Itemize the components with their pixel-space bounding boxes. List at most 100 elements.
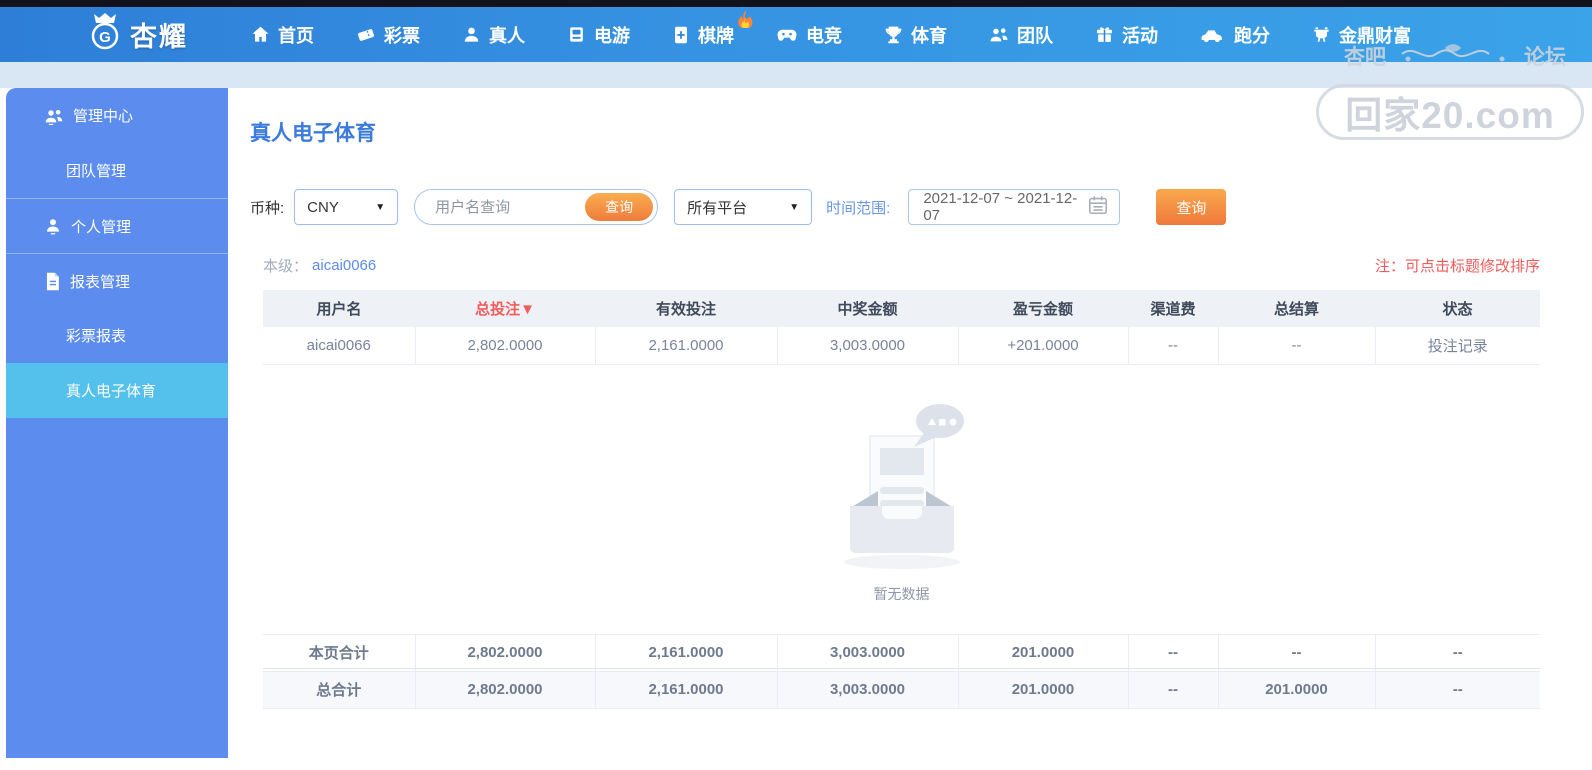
chevron-down-icon: ▼	[789, 201, 800, 213]
date-range-label: 时间范围:	[826, 199, 891, 217]
team-icon	[989, 25, 1009, 44]
nav-item-activity[interactable]: 活动	[1074, 7, 1179, 62]
nav-label: 电游	[594, 25, 630, 46]
date-range-value: 2021-12-07 ~ 2021-12-07	[923, 190, 1078, 224]
nav-label: 金鼎财富	[1339, 25, 1411, 46]
date-range-picker[interactable]: 2021-12-07 ~ 2021-12-07	[908, 189, 1121, 225]
page-total-cell: --	[1127, 634, 1218, 672]
nav-item-egames[interactable]: 电游	[546, 7, 651, 62]
header-label: 总投注	[475, 301, 521, 318]
cell-settlement: --	[1217, 327, 1375, 365]
sidebar-label: 个人管理	[71, 218, 132, 236]
cell-win-amount: 3,003.0000	[776, 327, 958, 365]
grand-total-cell: 3,003.0000	[776, 671, 958, 709]
nav-label: 活动	[1122, 25, 1158, 46]
live-icon	[462, 25, 481, 44]
brand-name: 杏耀	[130, 22, 188, 52]
header-status[interactable]: 状态	[1375, 290, 1540, 327]
empty-inbox-icon	[822, 394, 982, 576]
page-total-cell: --	[1374, 634, 1540, 672]
currency-select[interactable]: CNY ▼	[294, 189, 399, 225]
header-username[interactable]: 用户名	[263, 290, 415, 327]
sidebar-item-team-management[interactable]: 团队管理	[6, 143, 228, 198]
nav-label: 彩票	[384, 25, 420, 46]
header-settlement[interactable]: 总结算	[1218, 290, 1375, 327]
sidebar-item-report-management[interactable]: 报表管理	[6, 253, 228, 308]
sidebar-label: 报表管理	[70, 273, 131, 291]
grand-total-cell: 2,802.0000	[414, 671, 595, 709]
report-icon	[44, 272, 61, 291]
crown-emblem-icon: G	[88, 13, 122, 56]
bet-records-link[interactable]: 投注记录	[1374, 327, 1540, 365]
top-navbar: G 杏耀 首页 彩票 真人 电游 棋牌 电竞 体育 团队 活动 跑分 金鼎财富	[0, 7, 1592, 62]
nav-item-lottery[interactable]: 彩票	[335, 7, 441, 62]
svg-text:G: G	[99, 29, 111, 46]
grand-total-cell: 201.0000	[957, 671, 1128, 709]
user-icon	[44, 217, 62, 235]
cell-total-bet: 2,802.0000	[414, 327, 595, 365]
nav-item-chess[interactable]: 棋牌	[651, 7, 755, 62]
platform-select[interactable]: 所有平台 ▼	[674, 189, 813, 225]
brand-logo[interactable]: G 杏耀	[88, 13, 188, 56]
lottery-icon	[356, 25, 376, 45]
header-profit[interactable]: 盈亏金额	[958, 290, 1128, 327]
nav-label: 首页	[278, 25, 314, 46]
sidebar-label: 真人电子体育	[66, 383, 157, 400]
chess-icon	[672, 25, 690, 45]
sidebar-item-personal-management[interactable]: 个人管理	[6, 198, 228, 253]
search-button[interactable]: 查询	[1156, 189, 1227, 225]
empty-state: 暂无数据	[263, 394, 1540, 604]
header-total-bet[interactable]: 总投注▼	[415, 290, 595, 327]
nav-label: 体育	[911, 25, 947, 46]
table-header-row: 用户名 总投注▼ 有效投注 中奖金额 盈亏金额 渠道费 总结算 状态	[263, 290, 1540, 327]
home-icon	[251, 25, 270, 44]
page-total-label: 本页合计	[263, 634, 415, 672]
header-channel-fee[interactable]: 渠道费	[1128, 290, 1218, 327]
sidebar-item-management-center[interactable]: 管理中心	[6, 88, 228, 143]
grand-total-cell: --	[1127, 671, 1218, 709]
page-total-cell: 201.0000	[957, 634, 1128, 672]
nav-item-home[interactable]: 首页	[230, 7, 335, 62]
nav-item-live[interactable]: 真人	[441, 7, 546, 62]
cell-valid-bet: 2,161.0000	[594, 327, 777, 365]
nav-label: 真人	[489, 25, 525, 46]
grand-total-row: 总合计 2,802.0000 2,161.0000 3,003.0000 201…	[263, 671, 1540, 709]
nav-item-wealth[interactable]: 金鼎财富	[1291, 7, 1432, 62]
users-icon	[44, 107, 64, 125]
nav-item-team[interactable]: 团队	[968, 7, 1074, 62]
username-search-button[interactable]: 查询	[585, 193, 654, 221]
sidebar-item-live-esports-report[interactable]: 真人电子体育	[6, 363, 228, 418]
header-win-amount[interactable]: 中奖金额	[777, 290, 958, 327]
wealth-icon	[1312, 25, 1331, 44]
table-row: aicai0066 2,802.0000 2,161.0000 3,003.00…	[263, 327, 1540, 365]
page-total-cell: 2,802.0000	[414, 634, 595, 672]
nav-menu: 首页 彩票 真人 电游 棋牌 电竞 体育 团队 活动 跑分 金鼎财富	[230, 7, 1432, 62]
sidebar-item-lottery-report[interactable]: 彩票报表	[6, 308, 228, 363]
nav-item-racing[interactable]: 跑分	[1179, 7, 1291, 62]
flame-icon	[737, 10, 753, 28]
main-content: 真人电子体育 币种: CNY ▼ 查询 所有平台 ▼ 时间范围: 2021-12…	[250, 88, 1540, 709]
nav-item-sports[interactable]: 体育	[863, 7, 968, 62]
nav-label: 棋牌	[698, 25, 734, 46]
platform-value: 所有平台	[687, 199, 748, 217]
racing-icon	[1200, 26, 1226, 44]
header-valid-bet[interactable]: 有效投注	[595, 290, 777, 327]
currency-label: 币种:	[250, 199, 285, 217]
screen: G 杏耀 首页 彩票 真人 电游 棋牌 电竞 体育 团队 活动 跑分 金鼎财富 …	[0, 0, 1592, 770]
level-row: 本级： aicai0066 注：可点击标题修改排序	[263, 255, 1540, 276]
username-search-group: 查询	[414, 189, 659, 225]
calendar-icon	[1087, 194, 1109, 221]
nav-item-esports[interactable]: 电竞	[755, 7, 863, 62]
username-input[interactable]	[415, 198, 566, 216]
sidebar-label: 管理中心	[73, 108, 134, 125]
currency-value: CNY	[307, 198, 339, 216]
nav-label: 跑分	[1234, 25, 1270, 46]
page-total-row: 本页合计 2,802.0000 2,161.0000 3,003.0000 20…	[263, 634, 1540, 672]
empty-state-row: 暂无数据	[263, 364, 1540, 635]
sort-note: 注：可点击标题修改排序	[1374, 258, 1540, 275]
level-user-link[interactable]: aicai0066	[312, 257, 376, 274]
top-strip	[0, 0, 1592, 7]
nav-label: 电竞	[806, 25, 842, 46]
sub-strip	[0, 62, 1592, 88]
sidebar-label: 团队管理	[66, 163, 127, 180]
